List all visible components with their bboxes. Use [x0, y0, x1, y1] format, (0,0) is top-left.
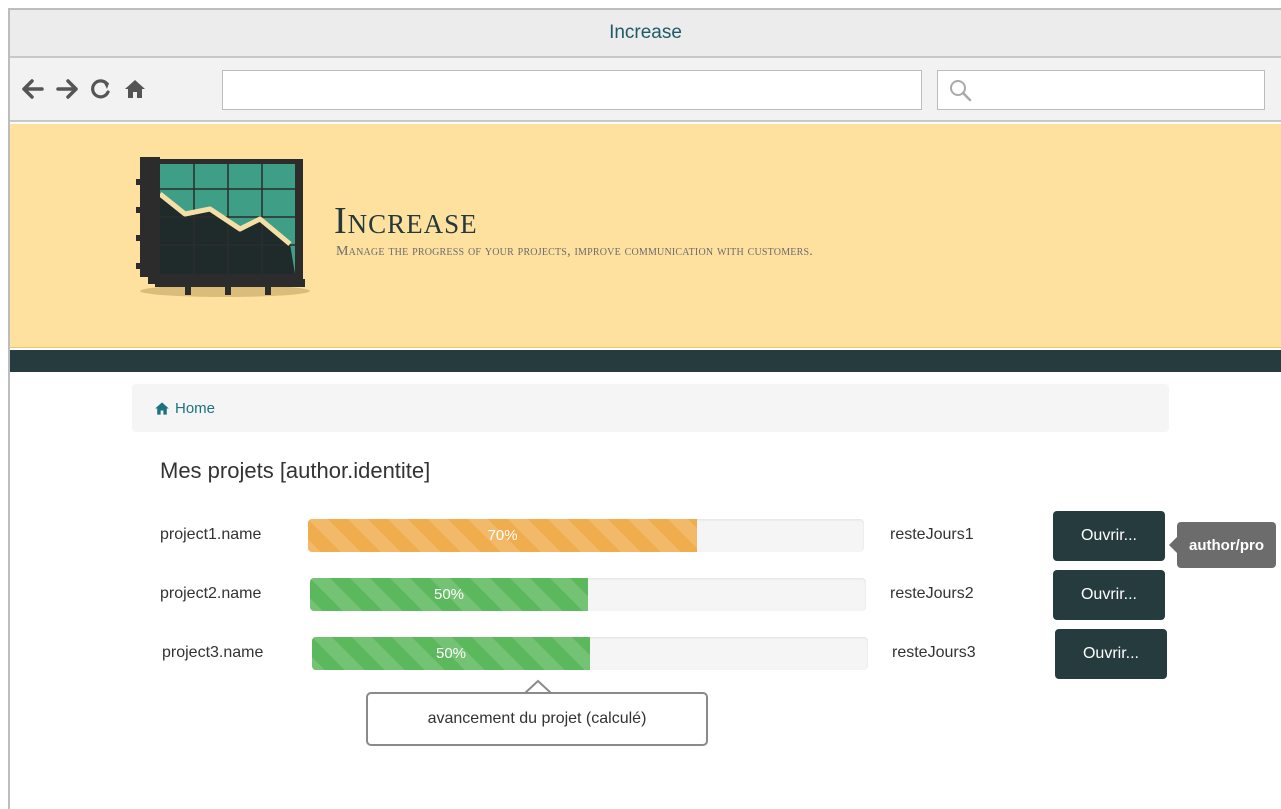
- search-icon: [950, 80, 972, 102]
- progress-bar: 50%: [310, 578, 866, 611]
- progress-bar: 50%: [312, 637, 868, 670]
- project-row: project3.name 50% resteJours3 Ouvrir...: [160, 629, 1281, 679]
- brand-title: Increase: [334, 200, 478, 242]
- arrow-right-icon: [56, 79, 78, 99]
- project-row: project2.name 50% resteJours2 Ouvrir...: [160, 570, 1281, 620]
- progress-fill: 50%: [312, 637, 590, 670]
- progress-callout: avancement du projet (calculé): [366, 692, 708, 746]
- button-tooltip: author/pro: [1169, 522, 1276, 568]
- project-name: project1.name: [160, 526, 262, 543]
- reload-button[interactable]: [88, 74, 114, 104]
- reload-icon: [91, 79, 110, 99]
- open-project-button[interactable]: Ouvrir...: [1053, 511, 1165, 561]
- progress-fill: 70%: [308, 519, 698, 552]
- nav-bar: [10, 350, 1281, 372]
- home-icon: [125, 80, 145, 98]
- url-input[interactable]: [222, 70, 922, 110]
- home-button[interactable]: [122, 74, 148, 104]
- back-button[interactable]: [20, 74, 46, 104]
- progress-label: 50%: [433, 586, 465, 603]
- page-title: Mes projets [author.identite]: [160, 458, 431, 483]
- search-input[interactable]: [937, 70, 1265, 110]
- breadcrumb-home-link[interactable]: Home: [154, 400, 215, 417]
- browser-window: Increase Increase Manage the progress of…: [8, 8, 1281, 809]
- progress-label: 50%: [435, 645, 467, 662]
- remaining-days: resteJours3: [892, 644, 976, 661]
- arrow-left-icon: [22, 79, 44, 99]
- remaining-days: resteJours1: [890, 526, 974, 543]
- remaining-days: resteJours2: [890, 585, 974, 602]
- breadcrumb: Home: [132, 384, 1169, 432]
- title-bar: Increase: [10, 10, 1281, 58]
- progress-fill: 50%: [310, 578, 588, 611]
- breadcrumb-home-label: Home: [175, 399, 216, 417]
- site-banner: Increase Manage the progress of your pro…: [10, 124, 1281, 348]
- home-icon: [155, 401, 169, 415]
- brand-subtitle: Manage the progress of your projects, im…: [336, 244, 813, 259]
- project-name: project3.name: [162, 644, 264, 661]
- chart-logo-icon: [136, 157, 310, 297]
- progress-label: 70%: [487, 527, 518, 544]
- forward-button[interactable]: [54, 74, 80, 104]
- window-title: Increase: [609, 22, 682, 43]
- open-project-button[interactable]: Ouvrir...: [1053, 570, 1165, 620]
- progress-bar: 70%: [308, 519, 864, 552]
- project-name: project2.name: [160, 585, 262, 602]
- open-project-button[interactable]: Ouvrir...: [1055, 629, 1167, 679]
- browser-toolbar: [10, 58, 1281, 122]
- project-row: project1.name 70% resteJours1 Ouvrir...: [160, 511, 1281, 561]
